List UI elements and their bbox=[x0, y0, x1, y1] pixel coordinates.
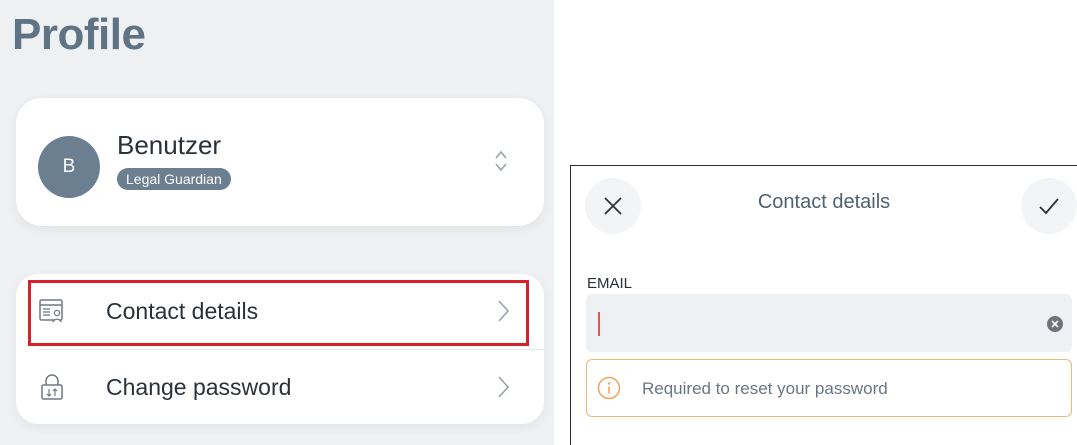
menu-item-label: Contact details bbox=[106, 297, 259, 324]
profile-menu: Contact details Change password bbox=[16, 274, 544, 424]
clear-icon[interactable] bbox=[1046, 315, 1064, 333]
user-name: Benutzer bbox=[117, 130, 222, 160]
chevron-right-icon bbox=[498, 300, 510, 322]
email-input[interactable] bbox=[586, 294, 1072, 352]
menu-item-contact-details[interactable]: Contact details bbox=[16, 274, 544, 348]
chevron-right-icon bbox=[498, 376, 510, 398]
text-caret bbox=[598, 312, 600, 336]
avatar: B bbox=[38, 136, 100, 198]
contact-card-icon bbox=[39, 299, 63, 323]
checkmark-icon bbox=[1039, 198, 1059, 215]
lock-icon bbox=[41, 374, 63, 400]
page-title: Profile bbox=[12, 10, 146, 59]
chevron-up-down-icon[interactable] bbox=[494, 148, 508, 174]
confirm-button[interactable] bbox=[1021, 178, 1077, 234]
contact-details-screen: Contact details EMAIL Required to reset … bbox=[570, 165, 1077, 445]
hint-text: Required to reset your password bbox=[642, 379, 888, 398]
info-icon bbox=[597, 376, 621, 400]
menu-item-change-password[interactable]: Change password bbox=[16, 350, 544, 424]
user-switcher-card[interactable]: B Benutzer Legal Guardian bbox=[16, 98, 544, 226]
menu-item-label: Change password bbox=[106, 373, 292, 400]
header-title: Contact details bbox=[757, 191, 891, 213]
role-badge: Legal Guardian bbox=[117, 168, 231, 190]
email-label: EMAIL bbox=[587, 275, 633, 292]
profile-screen: Profile B Benutzer Legal Guardian Contac… bbox=[0, 0, 554, 445]
hint-message: Required to reset your password bbox=[586, 359, 1072, 417]
